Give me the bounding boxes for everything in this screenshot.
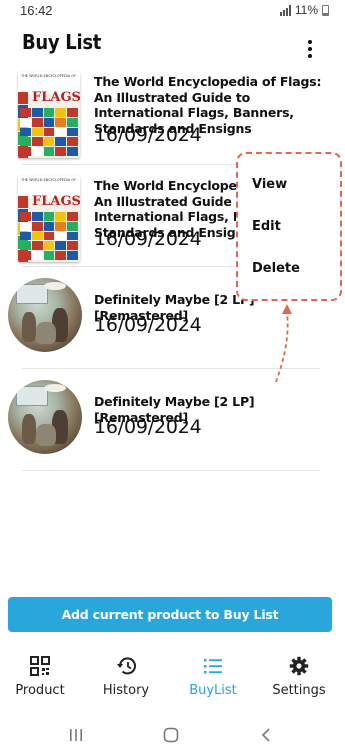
add-to-buy-list-button[interactable]: Add current product to Buy List [8,597,332,632]
product-thumbnail [8,378,86,462]
tab-label: Product [15,683,65,698]
status-time: 16:42 [20,3,53,18]
battery-icon [322,4,329,16]
qr-code-icon [30,656,50,676]
page-title: Buy List [22,30,102,54]
tab-buylist[interactable]: BuyList [170,648,256,708]
signal-icon [279,4,291,16]
product-thumbnail: THE WORLD ENCYCLOPEDIA OF FLAGS [8,174,86,262]
product-date: 16/09/2024 [94,228,202,250]
menu-item-view[interactable]: View [252,177,287,192]
product-date: 16/09/2024 [94,314,202,336]
tab-product[interactable]: Product [0,648,83,708]
product-thumbnail: THE WORLD ENCYCLOPEDIA OF FLAGS [8,70,86,158]
tab-settings[interactable]: Settings [256,648,342,708]
tab-label: BuyList [189,683,237,698]
list-item[interactable]: Definitely Maybe [2 LP][Remastered] 16/0… [8,374,320,474]
album-cover [8,278,82,352]
status-indicators: 11% [279,3,329,17]
more-options-icon[interactable] [300,36,320,62]
product-thumbnail [8,276,86,360]
product-date: 16/09/2024 [94,124,202,146]
product-date: 16/09/2024 [94,416,202,438]
book-cover: THE WORLD ENCYCLOPEDIA OF FLAGS [18,72,80,158]
tab-label: Settings [272,683,326,698]
album-cover [8,380,82,454]
bottom-navigation: Product History BuyList Settings [0,648,345,708]
divider [22,368,320,369]
back-icon[interactable] [258,727,274,743]
list-item[interactable]: THE WORLD ENCYCLOPEDIA OF FLAGS The Worl… [8,66,321,166]
list-icon [204,659,222,674]
tab-history[interactable]: History [83,648,169,708]
book-cover: THE WORLD ENCYCLOPEDIA OF FLAGS [18,176,80,262]
battery-percent: 11% [294,3,318,17]
gear-icon [289,656,309,676]
status-bar: 16:42 11% [0,0,345,24]
recent-apps-icon[interactable] [68,727,84,743]
system-navigation-bar [0,720,345,756]
tab-label: History [102,683,150,698]
menu-item-edit[interactable]: Edit [252,219,281,234]
home-icon[interactable] [163,727,179,743]
divider [22,470,320,471]
menu-item-delete[interactable]: Delete [252,261,300,276]
history-icon [117,657,136,675]
context-menu: View Edit Delete [236,152,342,301]
